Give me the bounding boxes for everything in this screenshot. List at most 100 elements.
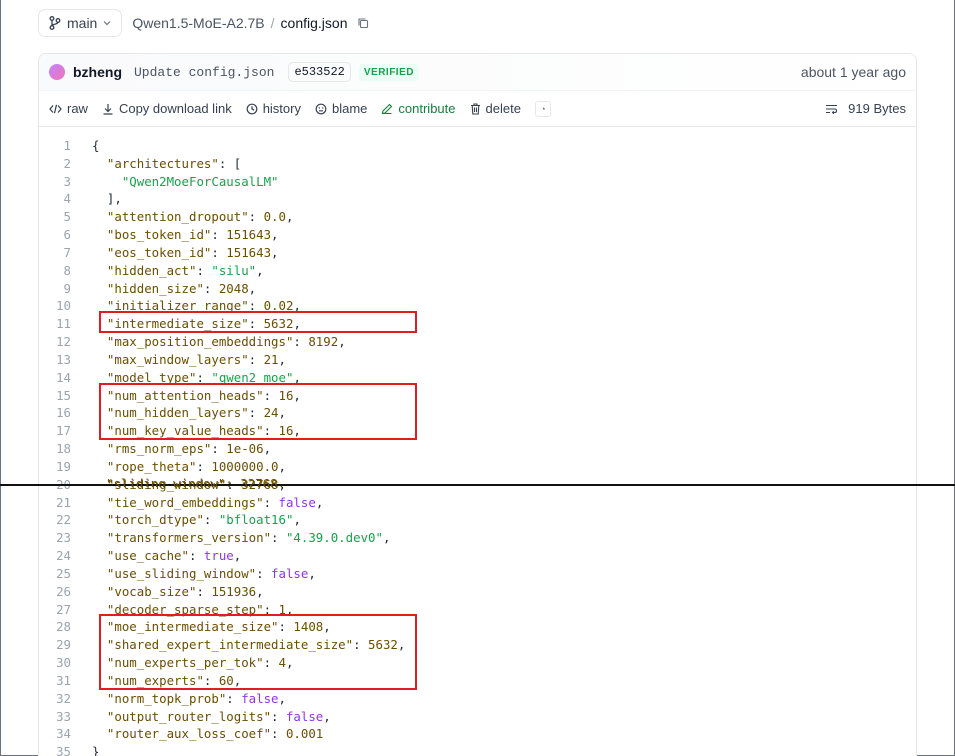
line-number[interactable]: 24 xyxy=(39,547,71,565)
code-token: 151936 xyxy=(211,583,257,599)
code-token: "vocab_size" xyxy=(106,583,197,599)
line-number[interactable]: 4 xyxy=(39,190,71,208)
line-source: "rms_norm_eps": 1e-06, xyxy=(71,440,271,458)
line-number[interactable]: 28 xyxy=(39,618,71,636)
line-source: "bos_token_id": 151643, xyxy=(71,226,279,244)
line-source: "eos_token_id": 151643, xyxy=(71,244,279,262)
lfs-pointer-icon[interactable]: ◔ xyxy=(534,100,551,117)
line-number[interactable]: 35 xyxy=(39,743,71,756)
trash-icon xyxy=(470,102,480,115)
code-token: 2048 xyxy=(218,280,249,296)
breadcrumb: Qwen1.5-MoE-A2.7B / config.json xyxy=(132,15,369,31)
history-button[interactable]: history xyxy=(246,101,301,116)
line-number[interactable]: 5 xyxy=(39,208,71,226)
code-token: false xyxy=(271,565,309,581)
code-token: , xyxy=(382,530,391,546)
copy-download-link-button[interactable]: Copy download link xyxy=(102,101,232,116)
code-token: ], xyxy=(92,191,122,207)
line-number[interactable]: 19 xyxy=(39,458,71,476)
line-number[interactable]: 2 xyxy=(39,155,71,173)
code-token: 0.0 xyxy=(263,209,286,225)
code-line: 33 "output_router_logits": false, xyxy=(39,708,916,726)
contribute-button[interactable]: contribute xyxy=(381,101,456,116)
line-source: "max_window_layers": 21, xyxy=(71,351,286,369)
code-token: 151643 xyxy=(226,244,272,260)
code-token: , xyxy=(256,262,264,278)
line-number[interactable]: 21 xyxy=(39,494,71,512)
blame-button[interactable]: blame xyxy=(315,101,367,116)
line-number[interactable]: 9 xyxy=(39,280,71,298)
line-number[interactable]: 8 xyxy=(39,262,71,280)
line-number[interactable]: 3 xyxy=(39,173,71,191)
line-number[interactable]: 22 xyxy=(39,511,71,529)
code-token: : xyxy=(211,441,227,457)
code-token: "Qwen2MoeForCausalLM" xyxy=(121,173,279,189)
line-source: "output_router_logits": false, xyxy=(71,708,331,726)
line-source: "hidden_act": "silu", xyxy=(71,262,264,280)
code-token: "eos_token_id" xyxy=(106,244,212,260)
line-source: "tie_word_embeddings": false, xyxy=(71,494,323,512)
line-number[interactable]: 18 xyxy=(39,440,71,458)
line-number[interactable]: 32 xyxy=(39,690,71,708)
line-number[interactable]: 16 xyxy=(39,404,71,422)
clock-icon xyxy=(246,103,258,114)
code-token: "hidden_size" xyxy=(106,280,204,296)
code-line: 8 "hidden_act": "silu", xyxy=(39,262,916,280)
code-line: 23 "transformers_version": "4.39.0.dev0"… xyxy=(39,529,916,547)
code-line: 5 "attention_dropout": 0.0, xyxy=(39,208,916,226)
raw-button[interactable]: raw xyxy=(49,101,88,116)
commit-time: about 1 year ago xyxy=(800,64,906,80)
line-source: "Qwen2MoeForCausalLM" xyxy=(71,173,279,191)
line-number[interactable]: 13 xyxy=(39,351,71,369)
line-number[interactable]: 31 xyxy=(39,672,71,690)
line-source: "architectures": [ xyxy=(71,155,241,173)
code-line: 9 "hidden_size": 2048, xyxy=(39,280,916,298)
copy-icon[interactable] xyxy=(357,17,369,29)
breadcrumb-repo[interactable]: Qwen1.5-MoE-A2.7B xyxy=(132,15,264,31)
line-number[interactable]: 14 xyxy=(39,369,71,387)
commit-sha[interactable]: e533522 xyxy=(288,62,351,82)
line-number[interactable]: 6 xyxy=(39,226,71,244)
line-number[interactable]: 25 xyxy=(39,565,71,583)
line-number[interactable]: 30 xyxy=(39,654,71,672)
branch-selector[interactable]: main xyxy=(38,9,123,37)
code-token: "router_aux_loss_coef" xyxy=(106,726,272,742)
line-number[interactable]: 33 xyxy=(39,708,71,726)
line-number[interactable]: 34 xyxy=(39,725,71,743)
code-token: "4.39.0.dev0" xyxy=(285,530,383,546)
line-number[interactable]: 26 xyxy=(39,583,71,601)
line-number[interactable]: 1 xyxy=(39,137,71,155)
highlight-box xyxy=(99,382,417,441)
pencil-icon xyxy=(382,103,393,114)
commit-author[interactable]: bzheng xyxy=(73,64,122,80)
line-number[interactable]: 11 xyxy=(39,315,71,333)
delete-button[interactable]: delete xyxy=(470,101,521,116)
wrap-lines-icon[interactable] xyxy=(825,104,838,114)
chevron-down-icon xyxy=(103,21,111,26)
code-token: : [ xyxy=(218,155,242,171)
code-line: 18 "rms_norm_eps": 1e-06, xyxy=(39,440,916,458)
code-token: , xyxy=(278,458,286,474)
code-line: 1{ xyxy=(39,137,916,155)
line-number[interactable]: 7 xyxy=(39,244,71,262)
line-number[interactable]: 27 xyxy=(39,601,71,619)
code-line: 21 "tie_word_embeddings": false, xyxy=(39,494,916,512)
commit-message[interactable]: Update config.json xyxy=(134,65,274,80)
code-token: false xyxy=(278,494,316,510)
raw-label: raw xyxy=(67,101,88,116)
line-number[interactable]: 23 xyxy=(39,529,71,547)
author-avatar[interactable] xyxy=(49,64,65,80)
code-token: : xyxy=(248,351,264,367)
file-header: main Qwen1.5-MoE-A2.7B / config.json xyxy=(38,8,369,38)
line-number[interactable]: 10 xyxy=(39,297,71,315)
line-number[interactable]: 12 xyxy=(39,333,71,351)
code-token: "hidden_act" xyxy=(106,262,197,278)
line-number[interactable]: 17 xyxy=(39,422,71,440)
line-number[interactable]: 29 xyxy=(39,636,71,654)
code-token: "architectures" xyxy=(106,155,219,171)
line-number[interactable]: 15 xyxy=(39,387,71,405)
code-line: 4 ], xyxy=(39,190,916,208)
